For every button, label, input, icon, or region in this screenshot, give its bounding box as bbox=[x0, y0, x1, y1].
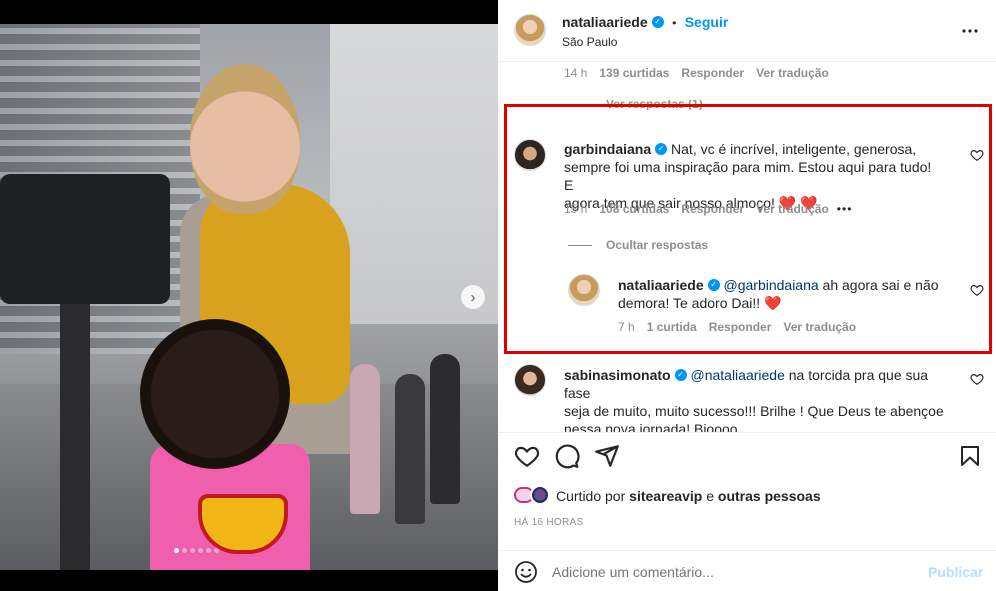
woman-head bbox=[190, 64, 300, 214]
reply-avatar[interactable] bbox=[568, 274, 600, 306]
comment-text-line-2: seja de muito, muito sucesso!!! Brilhe !… bbox=[564, 403, 944, 419]
reply-time[interactable]: 7 h bbox=[618, 320, 635, 334]
carousel-dot bbox=[198, 548, 203, 553]
comment-username[interactable]: garbindaiana bbox=[564, 141, 651, 157]
comment-likes[interactable]: 139 curtidas bbox=[599, 66, 669, 80]
verified-badge-icon: ✓ bbox=[655, 143, 668, 156]
translate-button[interactable]: Ver tradução bbox=[756, 66, 829, 80]
post-header: nataliaariede ✓ • Seguir São Paulo bbox=[498, 0, 996, 62]
post-location[interactable]: São Paulo bbox=[562, 35, 617, 49]
red-heart-emoji: ❤️ bbox=[764, 295, 782, 311]
save-bookmark-icon[interactable] bbox=[958, 443, 982, 469]
child-hair bbox=[140, 319, 290, 469]
reply-button[interactable]: Responder bbox=[709, 320, 772, 334]
translate-button[interactable]: Ver tradução bbox=[756, 202, 829, 216]
prev-comment-meta: 14 h 139 curtidas Responder Ver tradução bbox=[564, 66, 829, 80]
post-timestamp[interactable]: HÁ 16 HORAS bbox=[514, 517, 583, 528]
reply-text-line-2: demora! Te adoro Dai!! bbox=[618, 295, 761, 311]
comment-text-line-1: Nat, vc é incrível, inteligente, generos… bbox=[671, 141, 917, 157]
follow-button[interactable]: Seguir bbox=[685, 14, 729, 30]
hide-replies-label: Ocultar respostas bbox=[606, 238, 709, 252]
comment-text-line-2: sempre foi uma inspiração para mim. Esto… bbox=[564, 159, 932, 193]
post-details-panel: nataliaariede ✓ • Seguir São Paulo 14 h 1… bbox=[498, 0, 996, 591]
comment-bubble-icon[interactable] bbox=[554, 443, 580, 469]
liked-by-conj: e bbox=[706, 488, 715, 504]
like-post-heart-icon[interactable] bbox=[514, 443, 540, 469]
replies-divider bbox=[568, 244, 592, 246]
reply-button[interactable]: Responder bbox=[681, 202, 744, 216]
comment-options-button[interactable]: ••• bbox=[837, 202, 853, 216]
comment-input[interactable] bbox=[552, 561, 902, 583]
comment-meta: 15 h 108 curtidas Responder Ver tradução… bbox=[564, 202, 852, 216]
carousel-dot bbox=[190, 548, 195, 553]
reply-text-line-1: ah agora sai e não bbox=[818, 277, 939, 293]
post-media-panel: › bbox=[0, 0, 498, 591]
comments-list[interactable]: 14 h 139 curtidas Responder Ver tradução… bbox=[498, 62, 996, 432]
view-replies-button[interactable]: Ver respostas (1) bbox=[606, 100, 703, 110]
verified-badge-icon: ✓ bbox=[707, 279, 720, 292]
like-comment-heart-icon[interactable] bbox=[970, 148, 984, 162]
chevron-right-icon: › bbox=[470, 288, 476, 306]
mention-link[interactable]: @nataliaariede bbox=[690, 367, 784, 383]
comment-text-line-3: nessa nova jornada! Bjoooo bbox=[564, 421, 738, 432]
passerby-figure bbox=[430, 354, 460, 504]
liked-by-text: Curtido por siteareavip e outras pessoas bbox=[556, 488, 821, 504]
like-comment-heart-icon[interactable] bbox=[970, 372, 984, 386]
publish-button[interactable]: Publicar bbox=[928, 564, 983, 580]
comment-sabinasimonato: sabinasimonato ✓ @nataliaariede na torcid… bbox=[564, 366, 954, 432]
separator-dot: • bbox=[672, 16, 677, 30]
passerby-figure bbox=[395, 374, 425, 524]
liked-by-prefix: Curtido por bbox=[556, 488, 626, 504]
author-username[interactable]: nataliaariede bbox=[562, 14, 648, 30]
reply-username[interactable]: nataliaariede bbox=[618, 277, 704, 293]
commenter-avatar[interactable] bbox=[514, 364, 546, 396]
mention-link[interactable]: @garbindaiana bbox=[724, 277, 819, 293]
carousel-dot bbox=[214, 548, 219, 553]
more-horizontal-icon bbox=[962, 29, 978, 33]
add-comment-bar: Publicar bbox=[498, 550, 996, 591]
reply-meta: 7 h 1 curtida Responder Ver tradução bbox=[618, 320, 856, 334]
reply-nataliaariede: nataliaariede ✓ @garbindaiana ah agora sa… bbox=[618, 276, 948, 312]
camera-tripod bbox=[60, 304, 90, 570]
reply-button[interactable]: Responder bbox=[681, 66, 744, 80]
liked-by-avatars[interactable] bbox=[514, 485, 554, 505]
tv-camera bbox=[0, 174, 170, 304]
hide-replies-toggle[interactable]: Ocultar respostas bbox=[568, 238, 708, 252]
translate-button[interactable]: Ver tradução bbox=[783, 320, 856, 334]
comment-username[interactable]: sabinasimonato bbox=[564, 367, 671, 383]
post-photo[interactable] bbox=[0, 24, 498, 570]
like-reply-heart-icon[interactable] bbox=[970, 283, 984, 297]
comment-time[interactable]: 14 h bbox=[564, 66, 587, 80]
commenter-avatar[interactable] bbox=[514, 139, 546, 171]
carousel-dot bbox=[182, 548, 187, 553]
reply-likes[interactable]: 1 curtida bbox=[647, 320, 697, 334]
carousel-dot bbox=[174, 548, 179, 553]
passerby-figure bbox=[350, 364, 380, 514]
carousel-dot bbox=[206, 548, 211, 553]
next-photo-button[interactable]: › bbox=[461, 285, 485, 309]
share-paper-plane-icon[interactable] bbox=[594, 443, 620, 469]
comment-likes[interactable]: 108 curtidas bbox=[599, 202, 669, 216]
carousel-dots bbox=[174, 548, 219, 553]
author-avatar[interactable] bbox=[514, 14, 546, 46]
more-options-button[interactable] bbox=[958, 22, 982, 38]
verified-badge-icon: ✓ bbox=[651, 15, 664, 28]
background-building-right bbox=[330, 24, 498, 324]
liked-by-user[interactable]: siteareavip bbox=[629, 488, 702, 504]
emoji-smiley-icon[interactable] bbox=[514, 560, 538, 584]
liker-avatar bbox=[530, 485, 550, 505]
verified-badge-icon: ✓ bbox=[674, 369, 687, 382]
author-line: nataliaariede ✓ • Seguir bbox=[562, 14, 728, 32]
liked-by-others[interactable]: outras pessoas bbox=[718, 488, 821, 504]
comment-time[interactable]: 15 h bbox=[564, 202, 587, 216]
post-actions: Curtido por siteareavip e outras pessoas… bbox=[498, 432, 996, 550]
